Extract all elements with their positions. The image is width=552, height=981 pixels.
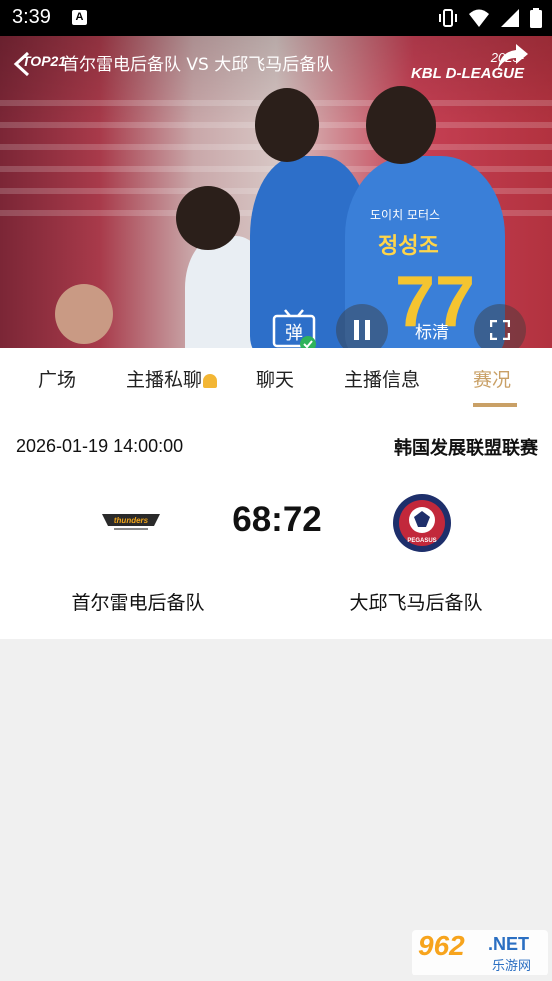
quality-button[interactable]: 标清 [402,304,462,348]
pause-icon [354,320,370,340]
video-source-logo: TOP21 [22,53,67,69]
home-team-logo: thunders [102,514,160,530]
site-watermark: 962 .NET 乐游网 [412,930,548,976]
jersey-sponsor: 도이치 모터스 [370,208,441,222]
away-team-logo: PEGASUS [393,494,451,552]
tab-chat[interactable]: 聊天 [256,365,294,392]
battery-icon [530,8,542,28]
accessibility-a-icon: A [72,10,87,25]
danmaku-label: 弹 [285,323,303,344]
tab-anchor-private-chat[interactable]: 主播私聊 [126,365,218,392]
tab-bar: 广场 主播私聊 聊天 主播信息 赛况 [0,348,552,410]
danmaku-tv-icon: 弹 [272,309,316,348]
score-separator: : [271,500,283,539]
video-head [176,186,240,250]
danmaku-toggle-button[interactable]: 弹 [268,304,320,348]
video-top-bar: TOP21 首尔雷电后备队 VS 大邱飞马后备队 2025- KBL D-LEA… [0,36,552,88]
vibrate-icon [439,9,457,27]
watermark-sub: 乐游网 [492,959,532,974]
tab-anchor-private-chat-label: 主播私聊 [126,369,203,391]
bottom-edge [0,975,552,981]
home-score: 68 [232,500,272,539]
video-head [55,284,113,344]
status-icons [438,8,542,28]
bell-icon [203,373,218,388]
video-head [366,86,436,164]
home-logo-text: thunders [114,516,149,525]
fullscreen-icon [490,320,510,340]
fullscreen-button[interactable] [474,304,526,348]
active-tab-indicator [473,403,517,407]
video-head [255,88,319,162]
away-score: 72 [282,500,322,539]
home-team-name: 首尔雷电后备队 [71,592,205,614]
status-bar: 3:39 A [0,0,552,36]
match-league: 韩国发展联盟联赛 [394,438,538,459]
score-display: 68:72 [220,500,334,540]
tab-plaza[interactable]: 广场 [38,365,76,392]
pause-button[interactable] [336,304,388,348]
match-card: 2026-01-19 14:00:00 韩国发展联盟联赛 thunders 68… [0,410,552,639]
tab-anchor-info[interactable]: 主播信息 [344,365,420,392]
share-icon[interactable] [496,42,530,72]
wifi-icon [469,9,489,27]
watermark-number: 962 [418,930,465,961]
away-logo-text: PEGASUS [407,538,436,544]
watermark-net: .NET [488,934,530,954]
jersey-name: 정성조 [378,234,439,259]
signal-icon [501,9,519,27]
match-datetime: 2026-01-19 14:00:00 [16,436,184,456]
tab-match-status[interactable]: 赛况 [473,365,511,392]
video-title: 首尔雷电后备队 VS 大邱飞马后备队 [62,55,334,75]
status-time: 3:39 [12,6,51,28]
away-team-name: 大邱飞马后备队 [349,592,483,614]
